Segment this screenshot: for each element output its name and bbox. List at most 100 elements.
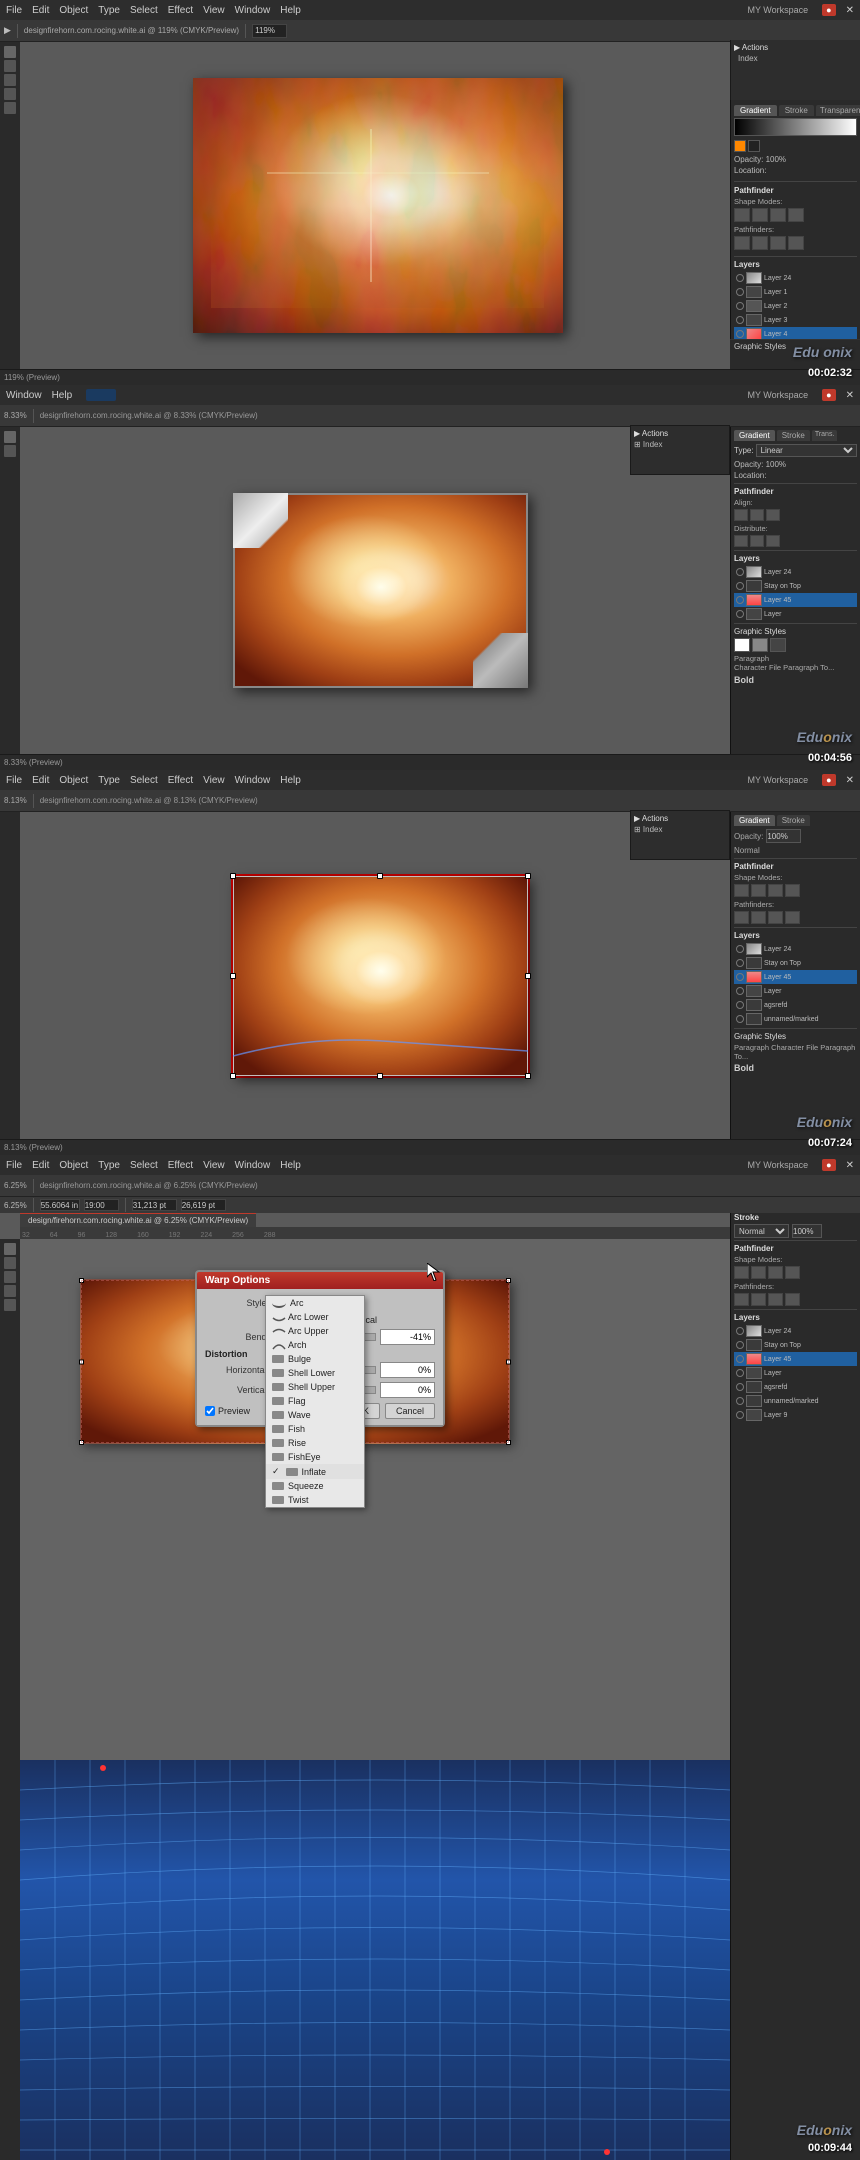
exclude-btn[interactable] (788, 208, 804, 222)
eye-s3-1[interactable] (736, 945, 744, 953)
gradient-tab-s3[interactable]: Gradient (734, 815, 775, 826)
doc-tab-s4[interactable]: design/firehorn.com.rocing.white.ai @ 6.… (20, 1213, 256, 1227)
record-btn-3[interactable]: ● (822, 774, 835, 786)
eye-s4-2[interactable] (736, 1341, 744, 1349)
dropdown-flag[interactable]: Flag (266, 1394, 364, 1408)
menu-type[interactable]: Type (98, 5, 120, 16)
menu-file-s3[interactable]: File (6, 775, 22, 786)
menu-object-s4[interactable]: Object (59, 1160, 88, 1171)
layer-s4-7[interactable]: Layer 9 (734, 1408, 857, 1422)
layer-s4-5[interactable]: agsrefd (734, 1380, 857, 1394)
stroke-tab-s2[interactable]: Stroke (777, 430, 810, 441)
layer-s4-6[interactable]: unnamed/marked (734, 1394, 857, 1408)
opacity-input-s3[interactable] (766, 829, 801, 843)
menu-object[interactable]: Object (59, 5, 88, 16)
tool-2[interactable] (4, 60, 16, 72)
stroke-tab[interactable]: Stroke (779, 105, 814, 116)
layer-s3-2[interactable]: Stay on Top (734, 956, 857, 970)
trim-s3[interactable] (751, 911, 766, 924)
menu-object-s3[interactable]: Object (59, 775, 88, 786)
cp-bl[interactable] (230, 1073, 236, 1079)
tool-s2-2[interactable] (4, 445, 16, 457)
close-button[interactable]: ✕ (846, 5, 854, 16)
cp-tc[interactable] (377, 873, 383, 879)
menu-help-s3[interactable]: Help (280, 775, 301, 786)
menu-window[interactable]: Window (235, 5, 271, 16)
tool-s4-3[interactable] (4, 1271, 16, 1283)
eye-s2-1[interactable] (736, 568, 744, 576)
eye-s4-1[interactable] (736, 1327, 744, 1335)
style-swatch-2[interactable] (752, 638, 768, 652)
record-btn-2[interactable]: ● (822, 389, 835, 401)
dropdown-fisheye[interactable]: FishEye (266, 1450, 364, 1464)
v-distortion-input[interactable]: 0% (380, 1382, 435, 1398)
menu-file-s4[interactable]: File (6, 1160, 22, 1171)
dist-1-s2[interactable] (734, 535, 748, 547)
tool-arrow[interactable]: ▶ (4, 25, 11, 36)
dropdown-bulge[interactable]: Bulge (266, 1352, 364, 1366)
bold-btn-s2[interactable]: Bold (734, 675, 754, 685)
style-swatch-1[interactable] (734, 638, 750, 652)
dropdown-rise[interactable]: Rise (266, 1436, 364, 1450)
transparency-tab[interactable]: Transparency (816, 105, 860, 116)
dropdown-shell-upper[interactable]: Shell Upper (266, 1380, 364, 1394)
zoom-input[interactable] (252, 24, 287, 38)
actions-tab[interactable]: ▶ Actions (734, 43, 768, 52)
eye-s4-7[interactable] (736, 1411, 744, 1419)
cp-br[interactable] (525, 1073, 531, 1079)
layer-eye-1[interactable] (736, 274, 744, 282)
menu-edit[interactable]: Edit (32, 5, 49, 16)
divide-btn[interactable] (734, 236, 750, 250)
cp-ml[interactable] (230, 973, 236, 979)
menu-select-s3[interactable]: Select (130, 775, 158, 786)
dropdown-twist[interactable]: Twist (266, 1493, 364, 1507)
eye-s3-4[interactable] (736, 987, 744, 995)
menu-window-s3[interactable]: Window (235, 775, 271, 786)
layer-s3-5[interactable]: agsrefd (734, 998, 857, 1012)
menu-file[interactable]: File (6, 5, 22, 16)
tool-s4-4[interactable] (4, 1285, 16, 1297)
align-right-s2[interactable] (766, 509, 780, 521)
dropdown-wave[interactable]: Wave (266, 1408, 364, 1422)
menu-view[interactable]: View (203, 5, 225, 16)
tool-1[interactable] (4, 46, 16, 58)
height-s4[interactable] (181, 1199, 226, 1211)
dist-2-s2[interactable] (750, 535, 764, 547)
record-btn-4[interactable]: ● (822, 1159, 835, 1171)
menu-view-s3[interactable]: View (203, 775, 225, 786)
bend-input[interactable]: -41% (380, 1329, 435, 1345)
dropdown-arch[interactable]: Arch (266, 1338, 364, 1352)
menu-window-s4[interactable]: Window (235, 1160, 271, 1171)
tool-5[interactable] (4, 102, 16, 114)
menu-help-s4[interactable]: Help (280, 1160, 301, 1171)
merge-s3[interactable] (768, 911, 783, 924)
dropdown-shell-lower[interactable]: Shell Lower (266, 1366, 364, 1380)
mesh-cp-1[interactable] (100, 1765, 106, 1771)
eye-s3-2[interactable] (736, 959, 744, 967)
menu-select[interactable]: Select (130, 5, 158, 16)
menu-view-s4[interactable]: View (203, 1160, 225, 1171)
unite-s3[interactable] (734, 884, 749, 897)
opacity-blend-s4[interactable] (792, 1224, 822, 1238)
tool-s2-1[interactable] (4, 431, 16, 443)
eye-s4-3[interactable] (736, 1355, 744, 1363)
cp-mr[interactable] (525, 973, 531, 979)
layer-item-4[interactable]: Layer 3 (734, 313, 857, 327)
sm-2-s4[interactable] (751, 1266, 766, 1279)
layer-s2-3-selected[interactable]: Layer 45 (734, 593, 857, 607)
intersect-s3[interactable] (768, 884, 783, 897)
layer-s3-1[interactable]: Layer 24 (734, 942, 857, 956)
dropdown-inflate-selected[interactable]: Inflate (266, 1464, 364, 1479)
cp-tl[interactable] (230, 873, 236, 879)
layer-s4-1[interactable]: Layer 24 (734, 1324, 857, 1338)
menu-select-s4[interactable]: Select (130, 1160, 158, 1171)
divide-s3[interactable] (734, 911, 749, 924)
gradient-type-s2[interactable]: Linear Radial (756, 444, 857, 457)
eye-s2-4[interactable] (736, 610, 744, 618)
cp-tr[interactable] (525, 873, 531, 879)
sm-4-s4[interactable] (785, 1266, 800, 1279)
sm-1-s4[interactable] (734, 1266, 749, 1279)
eye-s3-5[interactable] (736, 1001, 744, 1009)
layer-s2-2[interactable]: Stay on Top (734, 579, 857, 593)
width-s4[interactable] (132, 1199, 177, 1211)
